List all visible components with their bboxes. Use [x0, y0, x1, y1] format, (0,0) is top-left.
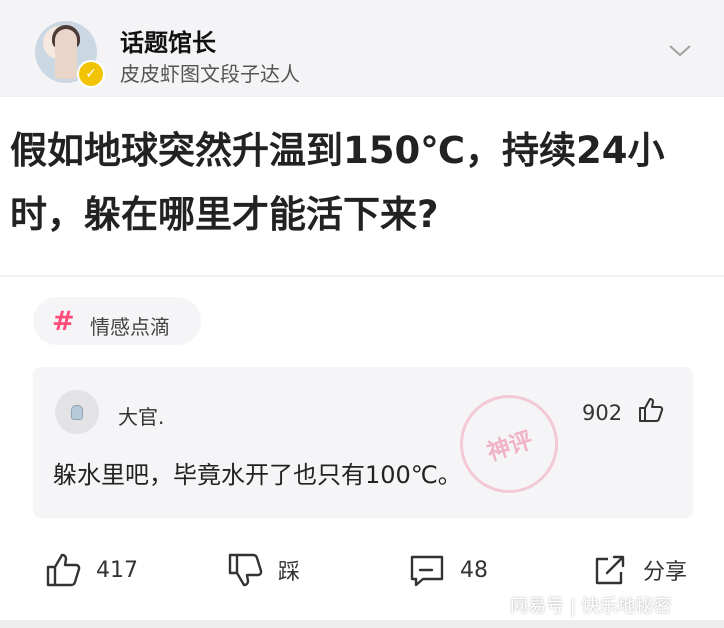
source-watermark: 网易号 | 快乐地秘密 [510, 596, 672, 617]
comment-button[interactable]: 48 [408, 548, 488, 592]
share-label: 分享 [643, 560, 688, 585]
topic-tag-label[interactable]: 情感点滴 [90, 311, 170, 340]
post-header: ✓ 话题馆长 皮皮虾图文段子达人 [0, 0, 724, 96]
comment-text: 躲水里吧，毕竟水开了也只有100℃。 [53, 461, 462, 489]
top-comment-card [33, 367, 693, 518]
comment-avatar[interactable] [55, 390, 99, 434]
bottom-divider [0, 620, 724, 628]
share-button[interactable]: 分享 [591, 548, 687, 592]
author-subtitle: 皮皮虾图文段子达人 [120, 62, 300, 86]
comment-author-name[interactable]: 大官. [118, 401, 164, 430]
hashtag-icon: # [52, 306, 75, 337]
dislike-button[interactable]: 踩 [226, 548, 300, 592]
dislike-label: 踩 [278, 560, 301, 585]
question-title: 假如地球突然升温到150℃，持续24小时，躲在哪里才能活下来? [10, 129, 665, 236]
thumbs-down-icon [228, 553, 263, 587]
comment-like-icon[interactable] [637, 396, 665, 424]
like-button[interactable]: 417 [44, 548, 138, 592]
comment-count: 48 [460, 557, 488, 583]
lightbulb-icon [71, 404, 83, 420]
verified-badge-icon: ✓ [77, 60, 105, 88]
comment-like-count: 902 [582, 401, 623, 425]
like-count: 417 [96, 557, 138, 583]
thumbs-up-icon [46, 553, 81, 587]
chevron-down-icon[interactable] [668, 42, 692, 58]
comment-icon [410, 555, 444, 587]
author-name[interactable]: 话题馆长 [120, 23, 216, 58]
share-icon [595, 555, 625, 585]
